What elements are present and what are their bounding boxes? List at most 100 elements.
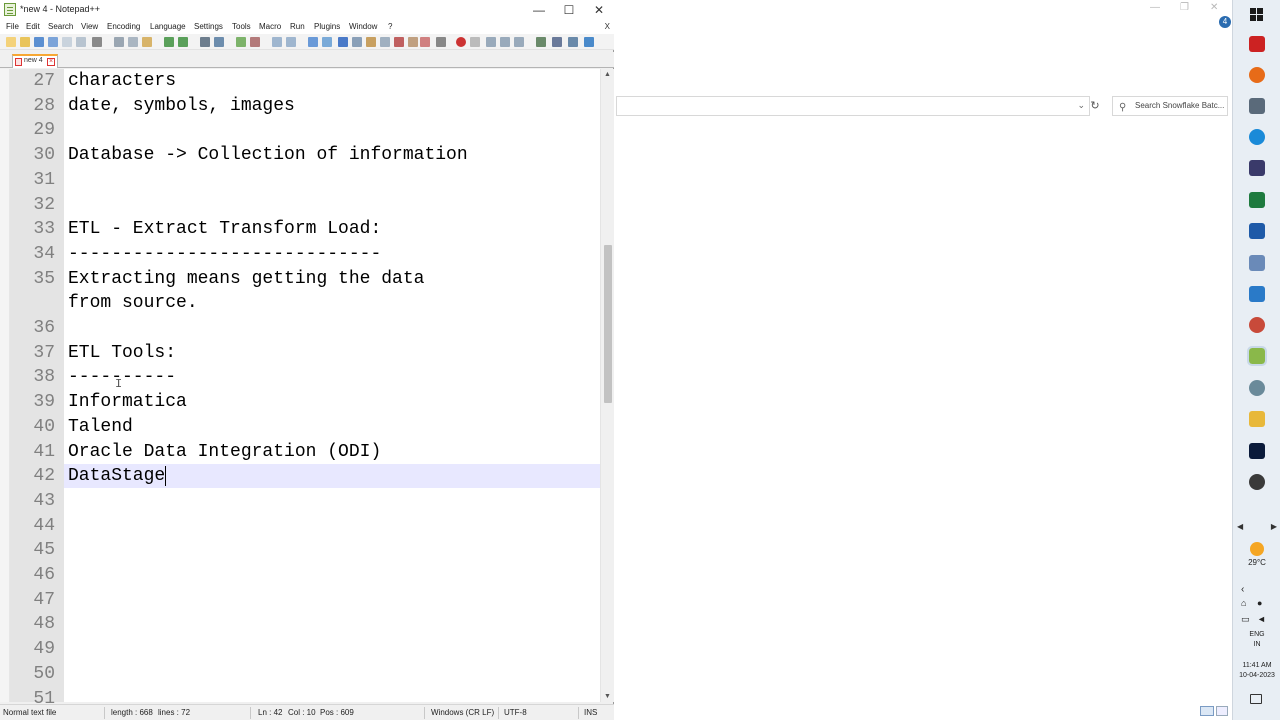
status-insert-mode[interactable]: INS	[584, 708, 597, 717]
line-number[interactable]: 43	[10, 489, 55, 513]
line-number[interactable]: 45	[10, 538, 55, 562]
display-icon[interactable]: ▭	[1241, 614, 1250, 625]
more-tools-icon[interactable]	[584, 37, 594, 47]
line-number[interactable]: 37	[10, 341, 55, 365]
terminal-icon[interactable]	[1249, 160, 1265, 176]
edge-icon[interactable]	[1249, 129, 1265, 145]
line-number[interactable]: 35	[10, 267, 55, 291]
line-number[interactable]: 42	[10, 464, 55, 488]
line-number[interactable]: 34	[10, 242, 55, 266]
word-icon[interactable]	[1249, 223, 1265, 239]
tray-overflow-icon[interactable]: ‹	[1241, 584, 1244, 595]
find-icon[interactable]	[200, 37, 210, 47]
print-icon[interactable]	[92, 37, 102, 47]
window-app-icon[interactable]	[1249, 98, 1265, 114]
editor-line-text[interactable]: DataStage	[68, 464, 165, 488]
line-number[interactable]: 49	[10, 637, 55, 661]
bg-maximize-button[interactable]: ❐	[1180, 2, 1189, 13]
doc-map-icon[interactable]	[366, 37, 376, 47]
menu-macro[interactable]: Macro	[259, 22, 281, 31]
fold-margin[interactable]	[0, 69, 10, 702]
menu-search[interactable]: Search	[48, 22, 73, 31]
show-all-chars-icon[interactable]	[322, 37, 332, 47]
line-number[interactable]: 28	[10, 94, 55, 118]
photoshop-icon[interactable]	[1249, 443, 1265, 459]
editor-line-text[interactable]: ETL - Extract Transform Load:	[68, 217, 381, 241]
sync-vertical-icon[interactable]	[272, 37, 282, 47]
plugin-icon[interactable]	[568, 37, 578, 47]
open-file-icon[interactable]	[20, 37, 30, 47]
menu-encoding[interactable]: Encoding	[107, 22, 140, 31]
line-number[interactable]: 39	[10, 390, 55, 414]
undo-icon[interactable]	[164, 37, 174, 47]
editor-line-text[interactable]: from source.	[68, 291, 198, 315]
line-number[interactable]: 33	[10, 217, 55, 241]
line-number[interactable]: 40	[10, 415, 55, 439]
compare-icon[interactable]	[552, 37, 562, 47]
line-number[interactable]: 48	[10, 612, 55, 636]
minimize-button[interactable]: —	[524, 1, 554, 19]
line-number[interactable]: 30	[10, 143, 55, 167]
menu-settings[interactable]: Settings	[194, 22, 223, 31]
editor-line-text[interactable]: Talend	[68, 415, 133, 439]
record-icon[interactable]	[456, 37, 466, 47]
cut-icon[interactable]	[114, 37, 124, 47]
line-number[interactable]: 41	[10, 440, 55, 464]
taskbar-scroll[interactable]: ◀ ▶	[1233, 522, 1280, 534]
menu-language[interactable]: Language	[150, 22, 186, 31]
remote-desktop-icon[interactable]	[1249, 286, 1265, 302]
clock[interactable]: 11:41 AM 10-04-2023	[1233, 661, 1280, 681]
titlebar[interactable]: *new 4 - Notepad++ — ☐ ✕	[0, 0, 614, 20]
maximize-button[interactable]: ☐	[554, 1, 584, 19]
menu-edit[interactable]: Edit	[26, 22, 40, 31]
redo-icon[interactable]	[178, 37, 188, 47]
ime-icon[interactable]	[1216, 706, 1228, 716]
line-number[interactable]: 36	[10, 316, 55, 340]
editor-line-text[interactable]: Extracting means getting the data	[68, 267, 424, 291]
monitoring-icon[interactable]	[408, 37, 418, 47]
panel-icon[interactable]	[420, 37, 430, 47]
close-document-button[interactable]: X	[605, 22, 610, 31]
paste-icon[interactable]	[142, 37, 152, 47]
notification-center-icon[interactable]	[1250, 694, 1262, 704]
language-icon[interactable]	[352, 37, 362, 47]
scroll-right-icon[interactable]: ▶	[1271, 522, 1277, 531]
line-number[interactable]: 31	[10, 168, 55, 192]
line-number[interactable]: 38	[10, 365, 55, 389]
scroll-up-arrow-icon[interactable]: ▲	[604, 71, 611, 78]
record-macro-icon[interactable]	[436, 37, 446, 47]
microphone-icon[interactable]: ●	[1257, 598, 1262, 608]
menu-tools[interactable]: Tools	[232, 22, 251, 31]
notification-badge[interactable]: 4	[1219, 16, 1231, 28]
menu-file[interactable]: File	[6, 22, 19, 31]
scroll-down-arrow-icon[interactable]: ▼	[604, 693, 611, 700]
scroll-left-icon[interactable]: ◀	[1237, 522, 1243, 531]
sync-horizontal-icon[interactable]	[286, 37, 296, 47]
close-all-icon[interactable]	[76, 37, 86, 47]
bg-minimize-button[interactable]: —	[1150, 2, 1160, 13]
chrome-icon[interactable]	[1249, 474, 1265, 490]
close-icon[interactable]	[62, 37, 72, 47]
tab-close-icon[interactable]: ×	[47, 58, 55, 66]
line-number[interactable]: 29	[10, 118, 55, 142]
file-explorer-icon[interactable]	[1249, 411, 1265, 427]
tab-new-4[interactable]: new 4 ×	[12, 54, 58, 68]
gear-app-icon[interactable]	[1249, 380, 1265, 396]
line-number[interactable]: 44	[10, 514, 55, 538]
menu-view[interactable]: View	[81, 22, 98, 31]
editor-line-text[interactable]: ETL Tools:	[68, 341, 176, 365]
menu-window[interactable]: Window	[349, 22, 377, 31]
playback-icon[interactable]	[486, 37, 496, 47]
menu-run[interactable]: Run	[290, 22, 305, 31]
editor-line-text[interactable]: date, symbols, images	[68, 94, 295, 118]
editor-line-text[interactable]: -----------------------------	[68, 242, 381, 266]
editor-line-text[interactable]: Oracle Data Integration (ODI)	[68, 440, 381, 464]
save-icon[interactable]	[34, 37, 44, 47]
temperature[interactable]: 29°C	[1233, 558, 1280, 567]
status-eol[interactable]: Windows (CR LF)	[431, 708, 494, 717]
editor-line-text[interactable]: characters	[68, 69, 176, 93]
bg-close-button[interactable]: ✕	[1210, 2, 1218, 13]
line-number[interactable]: 27	[10, 69, 55, 93]
refresh-icon[interactable]: ↻	[1084, 96, 1106, 116]
notepadpp-icon[interactable]	[1247, 346, 1267, 366]
